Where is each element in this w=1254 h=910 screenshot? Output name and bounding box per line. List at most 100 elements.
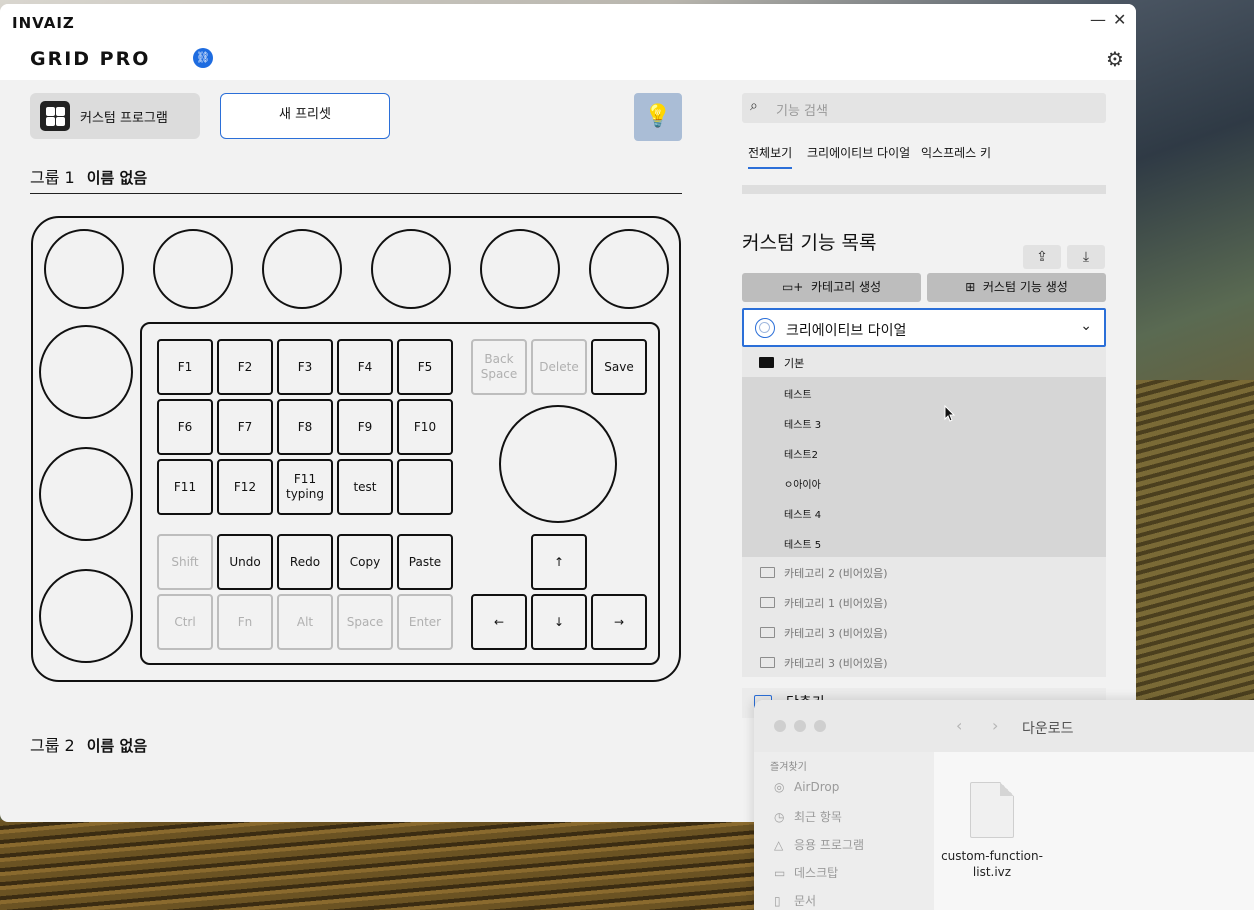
finder-window: ‹ › 다운로드 즐겨찾기 ◎ AirDrop ◷ 최근 항목 △ 응용 프로그램 ▭… — [754, 700, 1254, 910]
clock-icon: ◷ — [774, 810, 785, 824]
tab-creative-dial[interactable]: 크리에이티브 다이얼 — [807, 144, 910, 161]
sidebar-item-airdrop[interactable]: ◎ AirDrop — [774, 780, 839, 794]
key-redo[interactable]: Redo — [277, 534, 333, 590]
key-f10[interactable]: F10 — [397, 399, 453, 455]
minimize-dot[interactable] — [794, 720, 806, 732]
side-dial-2[interactable] — [39, 447, 133, 541]
airdrop-icon: ◎ — [774, 780, 785, 794]
category-dropdown[interactable]: 크리에이티브 다이얼 ⌄ — [742, 308, 1106, 347]
document-icon: ▯ — [774, 894, 781, 908]
key-alt[interactable]: Alt — [277, 594, 333, 650]
folder-basic-label: 기본 — [784, 357, 805, 370]
lightbulb-icon[interactable]: 💡 — [634, 93, 682, 141]
key-f7[interactable]: F7 — [217, 399, 273, 455]
create-function-button[interactable]: ⊞ 커스텀 기능 생성 — [927, 273, 1106, 302]
create-function-label: 커스텀 기능 생성 — [982, 280, 1068, 294]
tab-all[interactable]: 전체보기 — [748, 144, 793, 169]
creative-dial[interactable] — [499, 405, 617, 523]
folder-basic[interactable]: 기본 — [742, 347, 1106, 377]
function-item[interactable]: 테스트 4 — [784, 506, 821, 521]
empty-category-item[interactable]: 카테고리 2 (비어있음) — [784, 565, 888, 581]
key-ctrl[interactable]: Ctrl — [157, 594, 213, 650]
back-icon[interactable]: ‹ — [956, 716, 962, 735]
gear-icon[interactable]: ⚙ — [1104, 48, 1126, 70]
sidebar-item-recents[interactable]: ◷ 최근 항목 — [774, 808, 842, 825]
file-icon[interactable] — [970, 782, 1014, 838]
sidebar-item-label: 응용 프로그램 — [794, 838, 865, 852]
key-backspace[interactable]: Back Space — [471, 339, 527, 395]
key-f2[interactable]: F2 — [217, 339, 273, 395]
folder-icon — [759, 357, 774, 368]
zoom-dot[interactable] — [814, 720, 826, 732]
key-f4[interactable]: F4 — [337, 339, 393, 395]
sidebar-item-desktop[interactable]: ▭ 데스크탑 — [774, 864, 838, 881]
function-item[interactable]: 테스트 5 — [784, 536, 821, 551]
tab-express-key[interactable]: 익스프레스 키 — [921, 144, 991, 161]
sidebar-item-label: 데스크탑 — [794, 866, 839, 880]
empty-category-item[interactable]: 카테고리 3 (비어있음) — [784, 655, 888, 671]
function-item[interactable]: ㅇ아이아 — [784, 476, 821, 491]
sidebar-item-documents[interactable]: ▯ 문서 — [774, 892, 816, 909]
key-shift[interactable]: Shift — [157, 534, 213, 590]
function-item[interactable]: 테스트2 — [784, 446, 818, 461]
mouse-cursor-icon — [944, 405, 956, 422]
key-f11-typing[interactable]: F11 typing — [277, 459, 333, 515]
key-f3[interactable]: F3 — [277, 339, 333, 395]
empty-category-item[interactable]: 카테고리 1 (비어있음) — [784, 595, 888, 611]
desktop-hill — [1136, 380, 1254, 700]
group-1-title: 그룹 1 이름 없음 — [30, 164, 147, 188]
file-name[interactable]: custom-function-list.ivz — [930, 848, 1054, 880]
minimize-button[interactable]: — — [1090, 10, 1106, 29]
create-category-button[interactable]: ▭+ 카테고리 생성 — [742, 273, 921, 302]
key-f11[interactable]: F11 — [157, 459, 213, 515]
key-fn[interactable]: Fn — [217, 594, 273, 650]
side-dial-3[interactable] — [39, 569, 133, 663]
folder-icon — [760, 657, 775, 668]
function-item[interactable]: 테스트 3 — [784, 416, 821, 431]
key-test[interactable]: test — [337, 459, 393, 515]
key-empty[interactable] — [397, 459, 453, 515]
key-f5[interactable]: F5 — [397, 339, 453, 395]
empty-category-item[interactable]: 카테고리 3 (비어있음) — [784, 625, 888, 641]
create-category-label: 카테고리 생성 — [810, 280, 882, 294]
key-f6[interactable]: F6 — [157, 399, 213, 455]
desktop-field — [0, 820, 760, 910]
search-icon: ⌕ — [750, 98, 758, 114]
dial-category-icon — [755, 318, 775, 338]
key-f12[interactable]: F12 — [217, 459, 273, 515]
function-item[interactable]: 테스트 — [784, 386, 812, 401]
export-icon[interactable]: ⇪ — [1023, 245, 1061, 269]
dial-5[interactable] — [480, 229, 560, 309]
function-search[interactable]: ⌕ 기능 검색 — [742, 93, 1106, 123]
close-button[interactable]: ✕ — [1113, 10, 1126, 29]
key-copy[interactable]: Copy — [337, 534, 393, 590]
key-undo[interactable]: Undo — [217, 534, 273, 590]
key-arrow-left[interactable]: ← — [471, 594, 527, 650]
dial-6[interactable] — [589, 229, 669, 309]
close-dot[interactable] — [774, 720, 786, 732]
dial-1[interactable] — [44, 229, 124, 309]
key-arrow-down[interactable]: ↓ — [531, 594, 587, 650]
chevron-down-icon: ⌄ — [1080, 318, 1092, 334]
dial-2[interactable] — [153, 229, 233, 309]
sidebar-item-applications[interactable]: △ 응용 프로그램 — [774, 836, 864, 853]
key-arrow-right[interactable]: → — [591, 594, 647, 650]
forward-icon[interactable]: › — [992, 716, 998, 735]
key-save[interactable]: Save — [591, 339, 647, 395]
dial-3[interactable] — [262, 229, 342, 309]
key-f8[interactable]: F8 — [277, 399, 333, 455]
key-delete[interactable]: Delete — [531, 339, 587, 395]
key-f1[interactable]: F1 — [157, 339, 213, 395]
dial-4[interactable] — [371, 229, 451, 309]
download-icon[interactable]: ⤓ — [1067, 245, 1105, 269]
key-enter[interactable]: Enter — [397, 594, 453, 650]
side-dial-1[interactable] — [39, 325, 133, 419]
key-f9[interactable]: F9 — [337, 399, 393, 455]
link-icon[interactable]: ⛓ — [193, 48, 213, 68]
key-arrow-up[interactable]: ↑ — [531, 534, 587, 590]
custom-program-button[interactable]: 커스텀 프로그램 — [30, 93, 200, 139]
key-space[interactable]: Space — [337, 594, 393, 650]
new-preset-button[interactable]: 새 프리셋 — [220, 93, 390, 139]
custom-function-list-title: 커스텀 기능 목록 — [742, 232, 877, 254]
key-paste[interactable]: Paste — [397, 534, 453, 590]
